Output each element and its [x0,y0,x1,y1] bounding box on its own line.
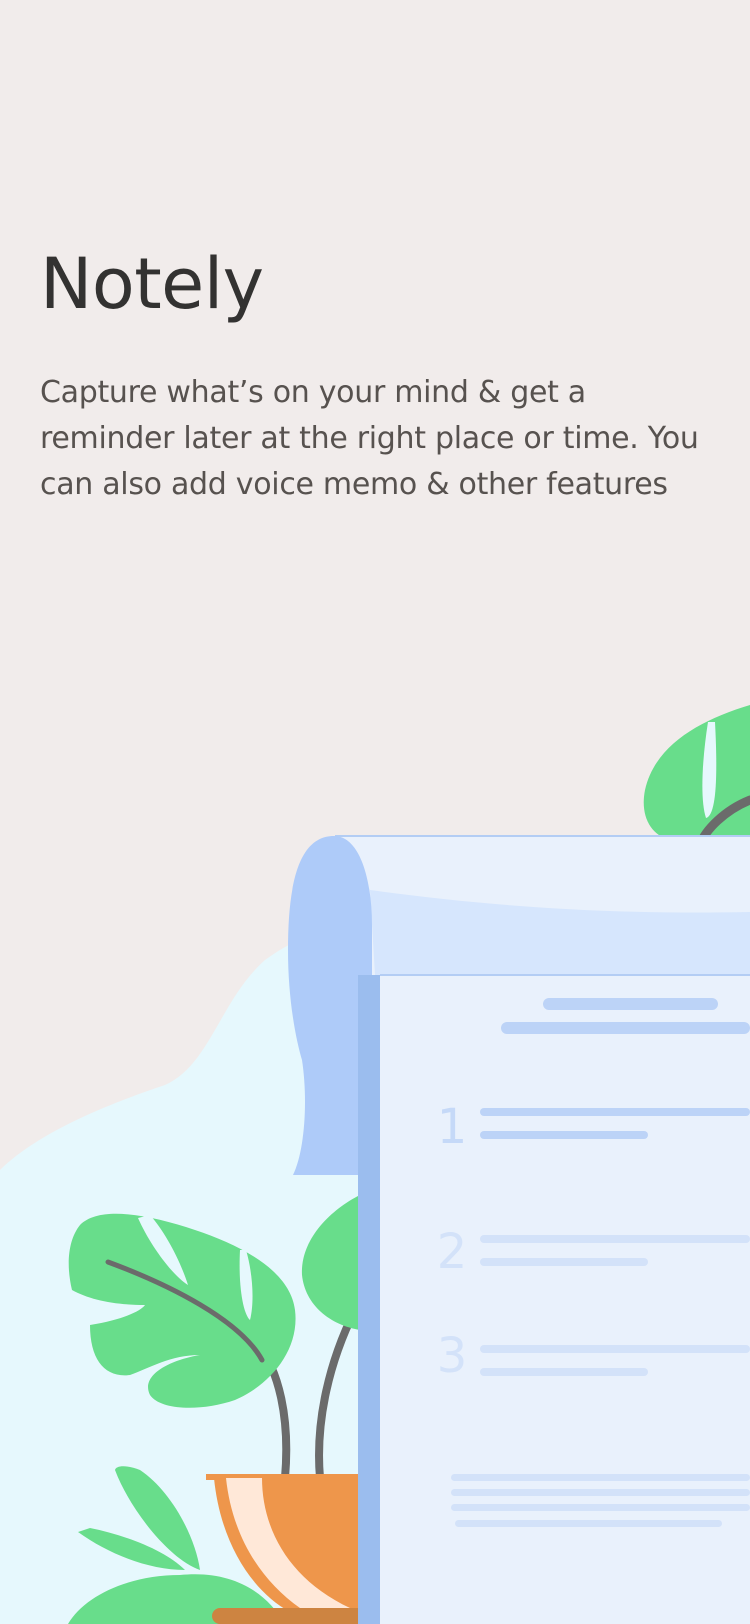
paper-sheet: 1 2 3 [358,974,750,1624]
onboarding-illustration: 1 2 3 [0,705,750,1624]
list-number-1: 1 [437,1099,468,1155]
list-number-3: 3 [437,1328,468,1384]
list-number-2: 2 [437,1224,468,1280]
plant-top-right [643,705,750,850]
